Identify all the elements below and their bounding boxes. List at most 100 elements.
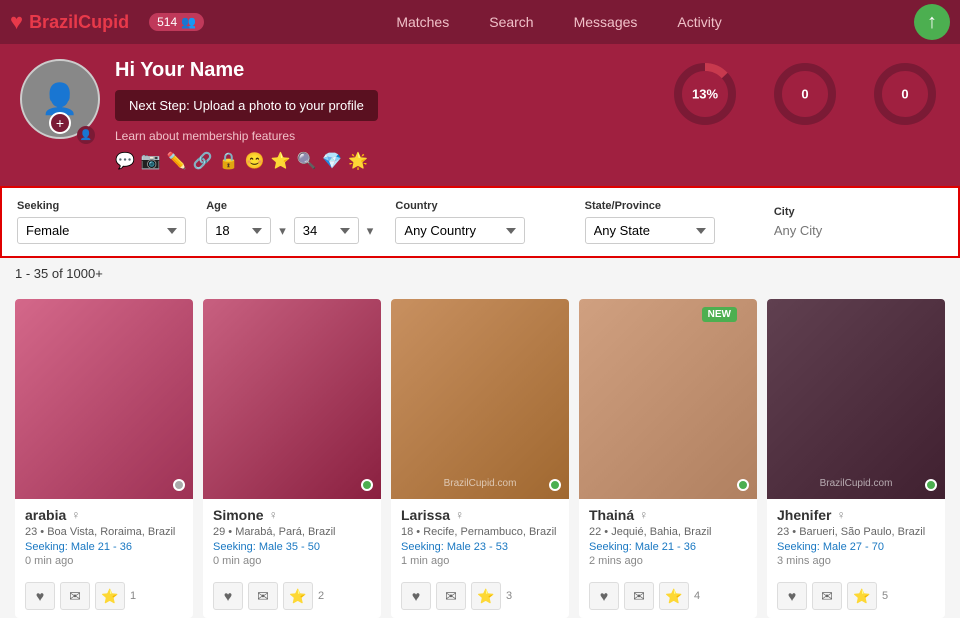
cards-grid: arabia ♀ 23 • Boa Vista, Roraima, Brazil… — [0, 289, 960, 618]
card-name: Simone ♀ — [213, 507, 371, 523]
age-filter: Age 18 1920212530 ▾ 182430 34 40506070 ▾ — [206, 200, 375, 244]
favorite-button[interactable]: ⭐ — [95, 582, 125, 610]
age-min-select[interactable]: 18 1920212530 — [206, 217, 271, 244]
profile-card[interactable]: Simone ♀ 29 • Marabá, Pará, Brazil Seeki… — [203, 299, 381, 618]
message-button[interactable]: ✉ — [60, 582, 90, 610]
card-image: BrazilCupid.com — [767, 299, 945, 499]
online-indicator — [925, 479, 937, 491]
city-input[interactable] — [774, 223, 874, 238]
profile-card[interactable]: BrazilCupid.com Larissa ♀ 18 • Recife, P… — [391, 299, 569, 618]
message-button[interactable]: ✉ — [436, 582, 466, 610]
card-time: 0 min ago — [25, 555, 183, 567]
profile-info: Hi Your Name Next Step: Upload a photo t… — [115, 59, 655, 171]
avatar-wrapper: 👤 + 👤 — [20, 59, 100, 139]
country-select[interactable]: Any Country Brazil — [395, 217, 525, 244]
chat-icon: 💬 — [115, 151, 135, 171]
card-actions: ♥ ✉ ⭐ 4 — [579, 577, 757, 618]
link-icon: 🔗 — [193, 151, 213, 171]
online-indicator — [737, 479, 749, 491]
gender-icon: ♀ — [71, 508, 80, 522]
ring-container-3: 0 — [870, 59, 940, 129]
gender-icon: ♀ — [269, 508, 278, 522]
age-max-select[interactable]: 182430 34 40506070 — [294, 217, 359, 244]
card-location: 29 • Marabá, Pará, Brazil — [213, 526, 371, 538]
favorite-button[interactable]: ⭐ — [659, 582, 689, 610]
country-label: Country — [395, 200, 564, 212]
photo-icon: 📷 — [141, 151, 161, 171]
card-seeking: Seeking: Male 21 - 36 — [25, 541, 183, 553]
seeking-label: Seeking — [17, 200, 186, 212]
new-badge: NEW — [702, 307, 737, 322]
like-button[interactable]: ♥ — [25, 582, 55, 610]
favorite-button[interactable]: ⭐ — [847, 582, 877, 610]
like-button[interactable]: ♥ — [401, 582, 431, 610]
age-separator: ▾ — [279, 223, 286, 239]
action-count: 3 — [506, 582, 512, 610]
card-seeking: Seeking: Male 23 - 53 — [401, 541, 559, 553]
action-count: 2 — [318, 582, 324, 610]
gender-icon: ♀ — [836, 508, 845, 522]
messages-stat: 0 — [870, 59, 940, 129]
users-icon: 👥 — [181, 15, 196, 29]
watermark: BrazilCupid.com — [444, 478, 517, 489]
like-button[interactable]: ♥ — [213, 582, 243, 610]
search-icon: 🔍 — [296, 151, 316, 171]
card-location: 23 • Boa Vista, Roraima, Brazil — [25, 526, 183, 538]
state-filter: State/Province Any State — [585, 200, 754, 244]
card-image — [203, 299, 381, 499]
card-actions: ♥ ✉ ⭐ 1 — [15, 577, 193, 618]
results-count-text: 1 - 35 of 1000+ — [15, 266, 103, 281]
add-photo-icon[interactable]: + — [49, 112, 71, 134]
country-filter: Country Any Country Brazil — [395, 200, 564, 244]
card-name: Larissa ♀ — [401, 507, 559, 523]
like-button[interactable]: ♥ — [777, 582, 807, 610]
ring-label-13: 13% — [692, 87, 718, 102]
profile-section: 👤 + 👤 Hi Your Name Next Step: Upload a p… — [0, 44, 960, 186]
nav-activity[interactable]: Activity — [677, 14, 721, 30]
card-seeking: Seeking: Male 21 - 36 — [589, 541, 747, 553]
user-indicator-icon: 👤 — [77, 126, 95, 144]
search-filter: Seeking Female Male Couple Transgender A… — [0, 186, 960, 258]
card-seeking: Seeking: Male 35 - 50 — [213, 541, 371, 553]
nav-messages[interactable]: Messages — [574, 14, 638, 30]
card-seeking: Seeking: Male 27 - 70 — [777, 541, 935, 553]
badge-count: 514 — [157, 15, 177, 29]
profile-card[interactable]: arabia ♀ 23 • Boa Vista, Roraima, Brazil… — [15, 299, 193, 618]
message-button[interactable]: ✉ — [624, 582, 654, 610]
like-button[interactable]: ♥ — [589, 582, 619, 610]
card-time: 0 min ago — [213, 555, 371, 567]
next-step-button[interactable]: Next Step: Upload a photo to your profil… — [115, 90, 378, 121]
favorite-button[interactable]: ⭐ — [283, 582, 313, 610]
card-actions: ♥ ✉ ⭐ 3 — [391, 577, 569, 618]
seeking-select[interactable]: Female Male Couple Transgender — [17, 217, 186, 244]
state-select[interactable]: Any State — [585, 217, 715, 244]
card-location: 18 • Recife, Pernambuco, Brazil — [401, 526, 559, 538]
favorite-button[interactable]: ⭐ — [471, 582, 501, 610]
card-image: NEW — [579, 299, 757, 499]
profile-greeting: Hi Your Name — [115, 59, 655, 82]
nav-search[interactable]: Search — [489, 14, 533, 30]
heart-icon: ♥ — [10, 9, 23, 35]
nav-matches[interactable]: Matches — [396, 14, 449, 30]
profile-card[interactable]: NEW Thainá ♀ 22 • Jequié, Bahia, Brazil … — [579, 299, 757, 618]
membership-link[interactable]: Learn about membership features — [115, 129, 655, 143]
message-button[interactable]: ✉ — [248, 582, 278, 610]
message-button[interactable]: ✉ — [812, 582, 842, 610]
card-location: 22 • Jequié, Bahia, Brazil — [589, 526, 747, 538]
card-body: Larissa ♀ 18 • Recife, Pernambuco, Brazi… — [391, 499, 569, 577]
logo-brand: Brazil — [29, 12, 78, 32]
card-name: Thainá ♀ — [589, 507, 747, 523]
action-count: 1 — [130, 582, 136, 610]
logo-accent: Cupid — [78, 12, 129, 32]
card-actions: ♥ ✉ ⭐ 5 — [767, 577, 945, 618]
notification-badge[interactable]: 514 👥 — [149, 13, 204, 31]
watermark: BrazilCupid.com — [820, 478, 893, 489]
city-label: City — [774, 206, 943, 218]
online-indicator — [549, 479, 561, 491]
upload-button[interactable]: ↑ — [914, 4, 950, 40]
gender-icon: ♀ — [455, 508, 464, 522]
card-name: Jhenifer ♀ — [777, 507, 935, 523]
card-body: Jhenifer ♀ 23 • Barueri, São Paulo, Braz… — [767, 499, 945, 577]
profile-card[interactable]: BrazilCupid.com Jhenifer ♀ 23 • Barueri,… — [767, 299, 945, 618]
diamond-icon: 💎 — [322, 151, 342, 171]
